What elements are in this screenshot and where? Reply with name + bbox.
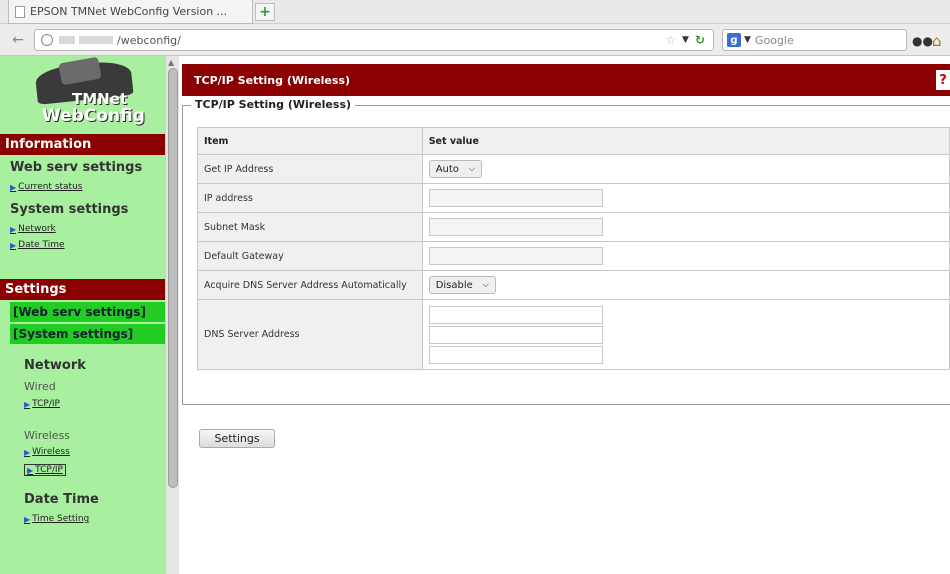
current-status-label: Current status [18, 182, 83, 192]
triangle-right-icon: ▶ [24, 514, 31, 524]
chevron-down-icon: ⌵ [468, 164, 475, 173]
scroll-up-icon[interactable]: ▲ [168, 58, 174, 67]
triangle-right-icon: ▶ [10, 240, 17, 250]
chevron-down-icon[interactable]: ▼ [682, 35, 689, 45]
help-icon[interactable]: ? [936, 70, 950, 90]
page-icon [15, 5, 25, 18]
current-status-link[interactable]: ▶ Current status [10, 182, 82, 192]
dns-server-field-3[interactable] [428, 345, 603, 364]
system-settings-button[interactable]: [System settings] [10, 324, 165, 344]
date-time-link[interactable]: ▶ Date Time [10, 240, 65, 250]
sidebar-scrollbar[interactable]: ▲ [165, 56, 179, 574]
acquire-dns-select[interactable]: Disable ⌵ [428, 276, 496, 294]
table-row: Default Gateway [197, 241, 950, 271]
triangle-right-icon: ▶ [27, 465, 34, 475]
binoculars-icon[interactable]: ●● [912, 34, 933, 48]
scroll-thumb[interactable] [168, 68, 178, 488]
settings-fieldset: TCP/IP Setting (Wireless) Item Set value… [182, 98, 950, 448]
triangle-right-icon: ▶ [24, 447, 31, 457]
ip-address-field[interactable] [428, 189, 603, 207]
row-label: Default Gateway [197, 241, 423, 271]
page-title-bar: TCP/IP Setting (Wireless) ? [182, 64, 950, 96]
chevron-down-icon[interactable]: ▼ [744, 35, 751, 45]
date-time-label: Date Time [18, 240, 65, 250]
table-header-row: Item Set value [197, 127, 950, 155]
date-time-heading: Date Time [24, 492, 99, 507]
web-serv-heading: Web serv settings [10, 160, 143, 175]
time-setting-label: Time Setting [32, 514, 90, 524]
bookmark-star-icon[interactable]: ☆ [665, 33, 676, 47]
column-header-value: Set value [421, 127, 950, 155]
redacted-host [79, 36, 113, 44]
dns-server-field-1[interactable] [428, 305, 603, 324]
system-settings-heading: System settings [10, 202, 129, 217]
logo-text: WebConfig [42, 106, 145, 126]
wired-label: Wired [24, 380, 56, 393]
url-bar[interactable]: /webconfig/ ☆ ▼ ↻ [34, 29, 714, 51]
table-row: DNS Server Address [197, 299, 950, 370]
wired-tcpip-label: TCP/IP [32, 399, 60, 409]
page-title: TCP/IP Setting (Wireless) [194, 73, 351, 87]
sidebar: TMNet WebConfig Information Web serv set… [0, 56, 165, 574]
table-row: Subnet Mask [197, 212, 950, 242]
fieldset-legend: TCP/IP Setting (Wireless) [191, 98, 356, 111]
browser-tab-bar: EPSON TMNet WebConfig Version ... + [0, 0, 950, 24]
settings-header: Settings [0, 279, 165, 300]
network-link[interactable]: ▶ Network [10, 224, 56, 234]
table-row: IP address [197, 183, 950, 213]
search-placeholder: Google [754, 33, 794, 47]
table-row: Get IP Address Auto ⌵ [197, 154, 950, 184]
select-value: Auto [435, 163, 459, 175]
back-icon[interactable]: ← [8, 31, 28, 49]
network-heading: Network [24, 358, 86, 373]
table-row: Acquire DNS Server Address Automatically… [197, 270, 950, 300]
row-label: Subnet Mask [197, 212, 423, 242]
tab-title: EPSON TMNet WebConfig Version ... [30, 5, 228, 18]
chevron-down-icon: ⌵ [482, 280, 489, 289]
wireless-label: Wireless [24, 429, 71, 442]
triangle-right-icon: ▶ [10, 182, 17, 192]
settings-table: Item Set value Get IP Address Auto ⌵ IP … [197, 127, 950, 370]
row-label: Get IP Address [197, 154, 423, 184]
search-input[interactable]: g ▼ Google [722, 29, 907, 51]
row-label: Acquire DNS Server Address Automatically [197, 270, 423, 300]
row-label: DNS Server Address [197, 299, 423, 370]
subnet-mask-field[interactable] [428, 218, 603, 236]
dns-server-field-2[interactable] [428, 325, 603, 344]
new-tab-button[interactable]: + [255, 3, 275, 21]
google-icon[interactable]: g [727, 33, 741, 47]
triangle-right-icon: ▶ [24, 399, 31, 409]
browser-tab[interactable]: EPSON TMNet WebConfig Version ... [8, 0, 253, 24]
default-gateway-field[interactable] [428, 247, 603, 265]
wireless-tcpip-link[interactable]: ▶ TCP/IP [24, 464, 66, 476]
main-content: TCP/IP Setting (Wireless) ? TCP/IP Setti… [182, 56, 950, 574]
row-label: IP address [197, 183, 423, 213]
information-header: Information [0, 134, 165, 155]
tmnet-logo: TMNet WebConfig [0, 56, 165, 134]
time-setting-link[interactable]: ▶ Time Setting [24, 514, 89, 524]
select-value: Disable [435, 279, 473, 291]
wireless-link-label: Wireless [32, 447, 70, 457]
get-ip-address-select[interactable]: Auto ⌵ [428, 160, 482, 178]
network-label: Network [18, 224, 56, 234]
column-header-item: Item [197, 127, 423, 155]
web-serv-settings-button[interactable]: [Web serv settings] [10, 302, 165, 322]
home-icon[interactable]: ⌂ [932, 32, 942, 50]
wireless-tcpip-label: TCP/IP [35, 465, 63, 475]
settings-button[interactable]: Settings [199, 429, 275, 448]
wired-tcpip-link[interactable]: ▶ TCP/IP [24, 399, 60, 409]
triangle-right-icon: ▶ [10, 224, 17, 234]
redacted-host [59, 36, 75, 44]
reload-icon[interactable]: ↻ [695, 33, 705, 47]
browser-nav-bar: ← /webconfig/ ☆ ▼ ↻ g ▼ Google ●● ⌂ [0, 24, 950, 56]
wireless-link[interactable]: ▶ Wireless [24, 447, 70, 457]
url-path: /webconfig/ [117, 33, 181, 47]
globe-icon [41, 34, 53, 46]
